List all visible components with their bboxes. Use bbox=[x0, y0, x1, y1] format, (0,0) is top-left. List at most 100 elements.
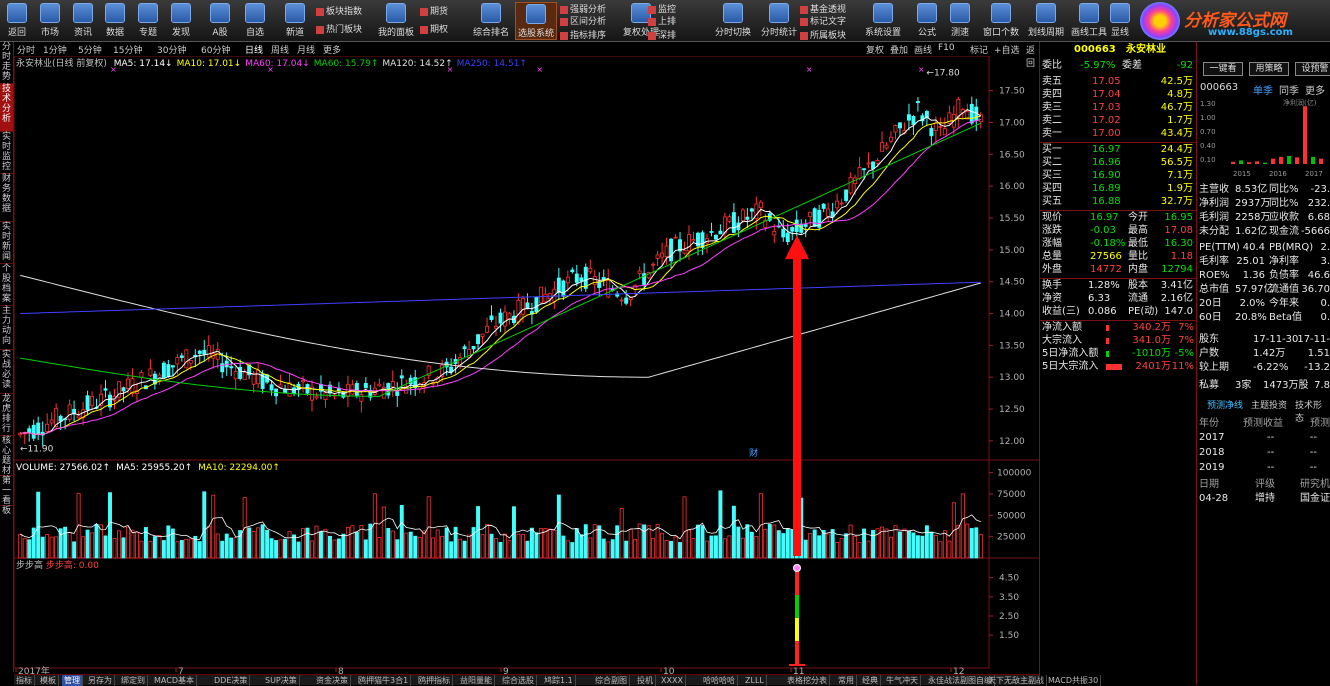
bottom-tab-5[interactable]: MACD基本 bbox=[152, 675, 197, 686]
period-0[interactable]: 分时 bbox=[17, 43, 35, 56]
far-tab-2[interactable]: 更多 bbox=[1305, 82, 1325, 97]
bottom-tab-21[interactable]: 经典 bbox=[860, 675, 881, 686]
toolbar-small-9[interactable]: 深排 bbox=[648, 28, 676, 41]
toolbar-small-3[interactable]: 期权 bbox=[420, 22, 448, 35]
bottom-tab-10[interactable]: 鸥押指标 bbox=[416, 675, 453, 686]
bottom-tab-1[interactable]: 模板 bbox=[38, 675, 59, 686]
period-4[interactable]: 30分钟 bbox=[157, 43, 186, 56]
toolbar-btn-1[interactable]: 市场 bbox=[35, 2, 65, 40]
period-right-3[interactable]: F10 bbox=[938, 43, 955, 53]
toolbar-btn-9[interactable]: 我的面板 bbox=[375, 2, 417, 40]
left-tab-10[interactable]: 第一看板 bbox=[0, 476, 13, 516]
bottom-tab-24[interactable]: 天下无敌主副战 bbox=[986, 675, 1047, 686]
toolbar-btn-6[interactable]: A股 bbox=[205, 2, 235, 40]
toolbar-btn-20[interactable]: 画线工具 bbox=[1068, 2, 1110, 40]
toolbar-small-1[interactable]: 热门板块 bbox=[316, 22, 362, 35]
far-tab2-1[interactable]: 主题投资 bbox=[1251, 398, 1287, 411]
period-5[interactable]: 60分钟 bbox=[201, 43, 230, 56]
toolbar-btn-14[interactable]: 分时统计 bbox=[758, 2, 800, 40]
period-right-4[interactable]: 标记 bbox=[970, 43, 988, 56]
bottom-tab-2[interactable]: 管理 bbox=[62, 675, 83, 686]
toolbar-btn-13[interactable]: 分时切换 bbox=[712, 2, 754, 40]
period-right-0[interactable]: 复权 bbox=[866, 43, 884, 56]
left-tab-6[interactable]: 主力动向 bbox=[0, 306, 13, 350]
bottom-tab-20[interactable]: 常用 bbox=[836, 675, 857, 686]
bottom-tab-0[interactable]: 指标 bbox=[14, 675, 35, 686]
far-tab-0[interactable]: 单季 bbox=[1253, 82, 1273, 97]
left-tab-9[interactable]: 核心题材 bbox=[0, 436, 13, 476]
period-7[interactable]: 周线 bbox=[271, 43, 289, 56]
far-tab2-0[interactable]: 预测净线 bbox=[1207, 398, 1243, 411]
bottom-tab-14[interactable]: 综合副图 bbox=[593, 675, 630, 686]
toolbar-btn-18[interactable]: 窗口个数 bbox=[980, 2, 1022, 40]
bottom-tab-4[interactable]: 绑定到 bbox=[119, 675, 148, 686]
bottom-tab-3[interactable]: 另存为 bbox=[86, 675, 115, 686]
bottom-tab-17[interactable]: 哈哈哈哈 bbox=[701, 675, 738, 686]
candle-body bbox=[363, 382, 368, 389]
toolbar-btn-4[interactable]: 专题 bbox=[133, 2, 163, 40]
far-button-2[interactable]: 设预警 bbox=[1295, 62, 1330, 76]
period-2[interactable]: 5分钟 bbox=[78, 43, 102, 56]
bottom-tab-25[interactable]: MACD共振30 bbox=[1046, 675, 1102, 686]
x-tick-label: 12 bbox=[953, 667, 964, 674]
far-button-0[interactable]: 一键看 bbox=[1203, 62, 1243, 76]
toolbar-btn-3[interactable]: 数据 bbox=[100, 2, 130, 40]
toolbar-small-11[interactable]: 标记文字 bbox=[800, 14, 846, 27]
bottom-tab-23[interactable]: 永佳战法副图自编 bbox=[926, 675, 995, 686]
toolbar-btn-17[interactable]: 测速 bbox=[945, 2, 975, 40]
period-8[interactable]: 月线 bbox=[297, 43, 315, 56]
toolbar-btn-2[interactable]: 资讯 bbox=[68, 2, 98, 40]
left-tab-1[interactable]: 技术分析 bbox=[0, 84, 13, 132]
bottom-tab-15[interactable]: 投机 bbox=[635, 675, 656, 686]
far-button-1[interactable]: 用策略 bbox=[1249, 62, 1289, 76]
period-1[interactable]: 1分钟 bbox=[43, 43, 67, 56]
bottom-tab-22[interactable]: 牛气冲天 bbox=[884, 675, 921, 686]
toolbar-btn-16[interactable]: 公式 bbox=[912, 2, 942, 40]
left-tab-8[interactable]: 龙虎排行 bbox=[0, 394, 13, 436]
bottom-tab-9[interactable]: 鸥押猫牛3合1 bbox=[356, 675, 412, 686]
period-right-2[interactable]: 画线 bbox=[914, 43, 932, 56]
period-right-1[interactable]: 叠加 bbox=[890, 43, 908, 56]
left-tab-2[interactable]: 实时监控 bbox=[0, 132, 13, 174]
toolbar-btn-10[interactable]: 综合排名 bbox=[470, 2, 512, 40]
bottom-tab-6[interactable]: DDE决策 bbox=[212, 675, 251, 686]
candlestick-chart[interactable]: 17.50 17.00 16.50 16.00 15.50 15.00 14.50 14.00… bbox=[14, 56, 1039, 674]
left-tab-3[interactable]: 财务数据 bbox=[0, 174, 13, 222]
left-tab-4[interactable]: 实时新闻 bbox=[0, 222, 13, 264]
flow-value: 341.0万 bbox=[1132, 335, 1171, 346]
far-tab-1[interactable]: 同季 bbox=[1279, 82, 1299, 97]
toolbar-btn-21[interactable]: 显线 bbox=[1105, 2, 1135, 40]
weibi-value: -5.97% bbox=[1080, 60, 1116, 71]
toolbar-btn-5[interactable]: 发现 bbox=[166, 2, 196, 40]
bottom-tab-18[interactable]: ZLLL bbox=[743, 675, 767, 686]
toolbar-small-12[interactable]: 所属板块 bbox=[800, 28, 846, 41]
ask-price: 17.00 bbox=[1092, 128, 1121, 139]
bottom-tab-11[interactable]: 益阳量能 bbox=[458, 675, 495, 686]
bottom-tab-19[interactable]: 表格挖分表 bbox=[785, 675, 830, 686]
fund-row: 未分配 1.62亿 现金流 -5666 bbox=[1197, 226, 1330, 238]
period-9[interactable]: 更多 bbox=[323, 43, 341, 56]
period-6[interactable]: 日线 bbox=[245, 43, 263, 56]
toolbar-btn-15[interactable]: 系统设置 bbox=[862, 2, 904, 40]
toolbar-btn-19[interactable]: 划线周期 bbox=[1025, 2, 1067, 40]
toolbar-small-8[interactable]: 上排 bbox=[648, 14, 676, 27]
bottom-tab-16[interactable]: XXXX bbox=[659, 675, 686, 686]
left-tab-7[interactable]: 实战必读 bbox=[0, 350, 13, 394]
toolbar-btn-0[interactable]: 返回 bbox=[2, 2, 32, 40]
period-3[interactable]: 15分钟 bbox=[113, 43, 142, 56]
toolbar-btn-11[interactable]: 选股系统 bbox=[515, 2, 557, 40]
left-tab-0[interactable]: 分时走势 bbox=[0, 42, 13, 84]
high-label: ←17.80 bbox=[926, 69, 960, 79]
bottom-tab-13[interactable]: 鸠踪1.1 bbox=[542, 675, 576, 686]
toolbar-small-6[interactable]: 指标排序 bbox=[560, 28, 606, 41]
bottom-tab-8[interactable]: 资金决策 bbox=[314, 675, 351, 686]
toolbar-small-2[interactable]: 期货 bbox=[420, 4, 448, 17]
bottom-tab-12[interactable]: 综合选股 bbox=[500, 675, 537, 686]
period-right-5[interactable]: +自选 bbox=[994, 43, 1020, 56]
toolbar-btn-8[interactable]: 新道 bbox=[280, 2, 310, 40]
toolbar-small-5[interactable]: 区间分析 bbox=[560, 14, 606, 27]
left-tab-5[interactable]: 个股档案 bbox=[0, 264, 13, 306]
bottom-tab-7[interactable]: SUP决策 bbox=[263, 675, 300, 686]
toolbar-btn-7[interactable]: 自选 bbox=[240, 2, 270, 40]
toolbar-small-0[interactable]: 板块指数 bbox=[316, 4, 362, 17]
